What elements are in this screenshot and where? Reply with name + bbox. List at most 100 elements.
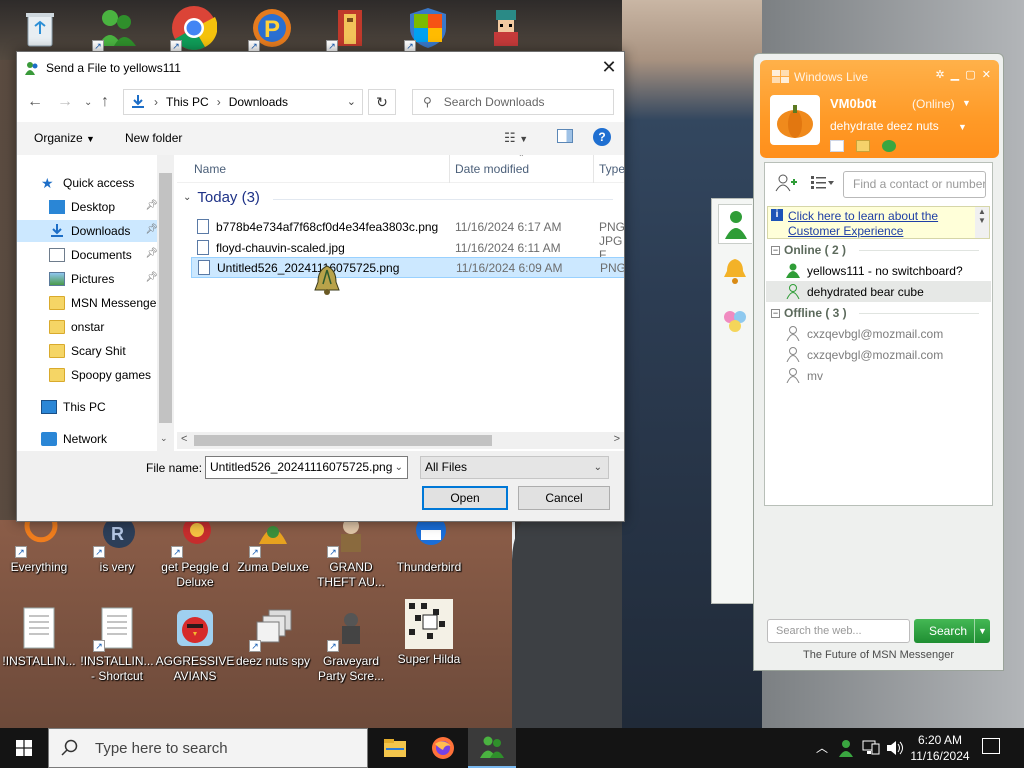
chevron-down-icon[interactable]: ⌄	[395, 457, 403, 478]
forward-arrow-icon[interactable]: →	[57, 93, 73, 111]
online-group-header[interactable]: − Online ( 2 )	[771, 243, 979, 257]
scrollbar-thumb[interactable]	[194, 435, 492, 446]
desktop-icon-msn[interactable]: ↗	[76, 4, 156, 52]
open-button[interactable]: Open	[422, 486, 508, 510]
nav-spoopy-games[interactable]: Spoopy games	[17, 364, 162, 386]
up-arrow-icon[interactable]: ↑	[101, 93, 109, 111]
folder-icon[interactable]	[856, 140, 870, 152]
close-button[interactable]: ✕	[594, 52, 624, 83]
volume-icon[interactable]	[886, 740, 904, 756]
psm-dropdown-icon[interactable]: ▼	[958, 122, 967, 132]
desktop-icon-installin-shortcut[interactable]: ↗ !INSTALLIN... - Shortcut	[77, 604, 157, 684]
desktop-icon-peggle[interactable]: P ↗	[232, 4, 312, 52]
column-separator[interactable]	[593, 155, 594, 183]
scrollbar-thumb[interactable]	[159, 173, 172, 423]
desktop-icon-security[interactable]: ↗	[388, 4, 468, 52]
scroll-down-icon[interactable]: ⌄	[160, 433, 168, 444]
column-type[interactable]: Type	[599, 162, 624, 176]
status-dropdown-icon[interactable]: ▼	[962, 98, 971, 108]
column-name[interactable]: Name	[194, 162, 226, 176]
web-search-button[interactable]: Search ▼	[914, 619, 990, 643]
add-contact-icon[interactable]	[775, 174, 797, 192]
desktop-icon-chrome[interactable]: ↗	[154, 4, 234, 52]
file-row-selected[interactable]: Untitled526_20241116075725.png 11/16/202…	[191, 257, 624, 278]
help-icon[interactable]: ?	[593, 128, 611, 146]
file-row[interactable]: b778b4e734af7f68cf0d4e34fea3803c.png 11/…	[191, 216, 624, 237]
collapse-icon[interactable]: −	[771, 245, 780, 255]
refresh-button[interactable]: ↻	[368, 89, 396, 115]
view-options-button[interactable]: ☷ ▼	[504, 130, 528, 146]
xbox-icon[interactable]	[882, 140, 896, 152]
find-contact-input[interactable]: Find a contact or number	[843, 171, 986, 198]
group-header-today[interactable]: ⌄ Today (3)	[183, 189, 613, 206]
nav-documents[interactable]: Documents 📌︎	[17, 244, 162, 266]
contact-item-selected[interactable]: dehydrated bear cube	[766, 281, 991, 302]
desktop-icon-recycle-bin[interactable]	[0, 4, 80, 52]
desktop-icon-graveyard[interactable]: ↗ Graveyard Party Scre...	[311, 604, 391, 684]
address-bar[interactable]: › This PC › Downloads ⌄	[123, 89, 363, 115]
avatar[interactable]	[770, 95, 820, 145]
breadcrumb-downloads[interactable]: Downloads	[229, 95, 288, 109]
collapse-icon[interactable]: −	[771, 308, 780, 318]
file-row[interactable]: floyd-chauvin-scaled.jpg 11/16/2024 6:11…	[191, 234, 624, 262]
desktop-icon-game[interactable]	[466, 4, 546, 52]
personal-message[interactable]: dehydrate deez nuts	[830, 119, 939, 133]
notification-center-icon[interactable]	[982, 738, 1000, 754]
nav-this-pc[interactable]: This PC	[17, 396, 162, 418]
back-arrow-icon[interactable]: ←	[27, 93, 43, 111]
file-name-input[interactable]: Untitled526_20241116075725.png ⌄	[205, 456, 408, 479]
status-text[interactable]: (Online)	[912, 97, 955, 111]
contact-item[interactable]: cxzqevbgl@mozmail.com	[766, 344, 991, 365]
contact-item[interactable]: yellows111 - no switchboard?	[766, 260, 991, 281]
breadcrumb-this-pc[interactable]: This PC	[166, 95, 209, 109]
new-folder-button[interactable]: New folder	[125, 131, 182, 145]
nav-downloads[interactable]: Downloads 📌︎	[17, 220, 162, 242]
username[interactable]: VM0b0t	[830, 96, 876, 111]
settings-icon[interactable]: ✲	[935, 69, 944, 81]
desktop-icon-peggle-deluxe[interactable]: ↗ get Peggle d Deluxe	[155, 510, 235, 590]
contact-item[interactable]: cxzqevbgl@mozmail.com	[766, 323, 991, 344]
minimize-icon[interactable]: ▁	[951, 69, 959, 81]
nav-pictures[interactable]: Pictures 📌︎	[17, 268, 162, 290]
desktop-icon-aggressive-avians[interactable]: AGGRESSIVE AVIANS	[155, 604, 235, 684]
start-button[interactable]	[0, 728, 48, 768]
column-date-modified[interactable]: Date modified	[455, 162, 529, 176]
recent-dropdown-icon[interactable]: ⌄	[84, 97, 92, 108]
column-separator[interactable]	[449, 155, 450, 183]
nav-network[interactable]: Network	[17, 428, 162, 450]
desktop-icon-archive[interactable]: ↗	[310, 4, 390, 52]
nav-desktop[interactable]: Desktop 📌︎	[17, 196, 162, 218]
offline-group-header[interactable]: − Offline ( 3 )	[771, 306, 979, 320]
network-icon[interactable]	[862, 740, 880, 756]
desktop-icon-deez-nuts-spy[interactable]: ↗ deez nuts spy	[233, 604, 313, 669]
nav-msn-messenger[interactable]: MSN Messenger	[17, 292, 162, 314]
nav-scrollbar[interactable]: ⌄	[157, 155, 174, 451]
scroll-left-icon[interactable]: <	[181, 433, 187, 445]
tab-alerts[interactable]	[718, 251, 752, 291]
tab-emoticons[interactable]	[718, 301, 752, 341]
taskbar-msn-messenger[interactable]	[468, 728, 516, 768]
cancel-button[interactable]: Cancel	[518, 486, 610, 510]
nav-quick-access[interactable]: ★ Quick access	[17, 172, 162, 194]
desktop-icon-installin-1[interactable]: !INSTALLIN...	[0, 604, 79, 669]
taskbar-clock[interactable]: 6:20 AM 11/16/2024	[906, 732, 974, 764]
list-options-icon[interactable]	[811, 175, 835, 191]
info-scrollbar[interactable]: ▲ ▼	[975, 207, 989, 238]
search-dropdown-icon[interactable]: ▼	[974, 619, 990, 643]
msn-tray-icon[interactable]	[838, 739, 854, 757]
taskbar-file-explorer[interactable]	[371, 728, 419, 768]
desktop-icon-super-hilda[interactable]: Super Hilda	[389, 598, 469, 667]
web-search-input[interactable]: Search the web...	[767, 619, 910, 643]
desktop-icon-gta[interactable]: ↗ GRAND THEFT AU...	[311, 510, 391, 590]
file-type-filter[interactable]: All Files ⌄	[420, 456, 609, 479]
search-input[interactable]: ⚲ Search Downloads	[412, 89, 614, 115]
preview-pane-icon[interactable]	[557, 129, 573, 143]
scroll-right-icon[interactable]: >	[614, 433, 620, 445]
nav-scary-shit[interactable]: Scary Shit	[17, 340, 162, 362]
organize-button[interactable]: Organize ▼	[34, 131, 95, 145]
show-hidden-icons-chevron-icon[interactable]: ︿	[816, 739, 828, 756]
horizontal-scrollbar[interactable]: < >	[177, 432, 624, 449]
mail-icon[interactable]	[830, 140, 844, 152]
contact-item[interactable]: mv	[766, 365, 991, 386]
customer-experience-link[interactable]: Click here to learn about the Customer E…	[788, 209, 973, 239]
